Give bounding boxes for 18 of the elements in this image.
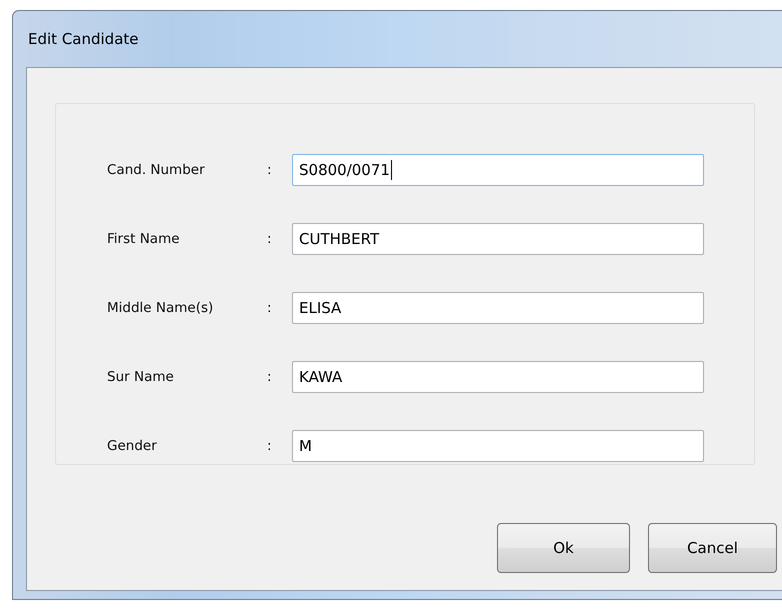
colon-separator: : bbox=[267, 300, 273, 316]
window-title: Edit Candidate bbox=[28, 30, 139, 48]
cancel-button[interactable]: Cancel bbox=[648, 523, 777, 573]
colon-separator: : bbox=[267, 231, 273, 247]
field-label: Cand. Number bbox=[107, 162, 206, 178]
field-label: Middle Name(s) bbox=[107, 300, 214, 316]
text-field[interactable]: M bbox=[292, 430, 704, 462]
field-label: First Name bbox=[107, 231, 181, 247]
ok-button[interactable]: Ok bbox=[497, 523, 630, 573]
field-label: Gender bbox=[107, 438, 158, 454]
field-label: Sur Name bbox=[107, 369, 175, 385]
text-field[interactable]: S0800/0071 bbox=[292, 154, 704, 186]
colon-separator: : bbox=[267, 369, 273, 385]
text-field[interactable]: KAWA bbox=[292, 361, 704, 393]
colon-separator: : bbox=[267, 438, 273, 454]
text-field[interactable]: ELISA bbox=[292, 292, 704, 324]
colon-separator: : bbox=[267, 162, 273, 178]
text-field[interactable]: CUTHBERT bbox=[292, 223, 704, 255]
